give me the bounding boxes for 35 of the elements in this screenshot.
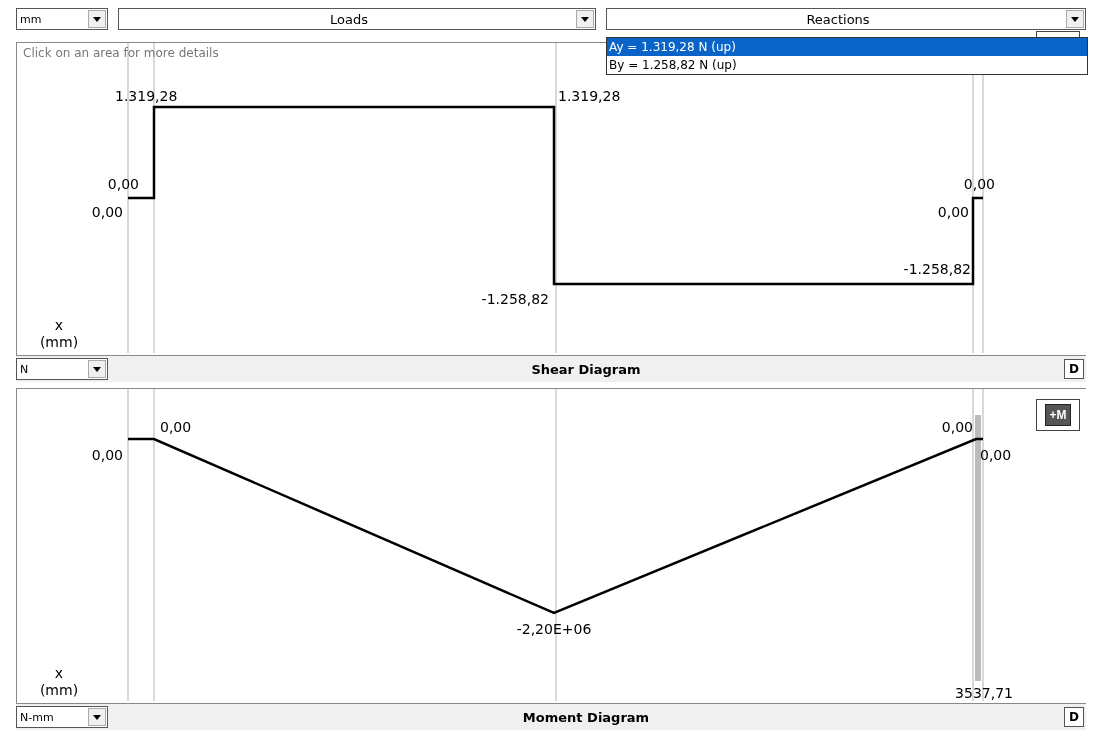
dropdown-option[interactable]: Ay = 1.319,28 N (up) bbox=[607, 38, 1087, 56]
axis-unit: (mm) bbox=[39, 334, 79, 350]
value-label: 0,00 bbox=[937, 204, 969, 220]
dropdown-arrow-icon bbox=[93, 16, 101, 22]
d-button[interactable]: D bbox=[1064, 359, 1084, 379]
dropdown-arrow-icon bbox=[581, 16, 589, 22]
unit-select[interactable]: N-mm bbox=[16, 706, 108, 728]
hint-text: Click on an area for more details bbox=[23, 46, 219, 60]
panel-title: Moment Diagram bbox=[521, 709, 651, 725]
dropdown-arrow-icon bbox=[1071, 16, 1079, 22]
unit-select[interactable]: mm bbox=[16, 8, 108, 30]
value-label: 0,00 bbox=[91, 204, 123, 220]
axis-unit: (mm) bbox=[39, 682, 79, 698]
loads-select[interactable]: Loads bbox=[118, 8, 596, 30]
value-label: 1.319,28 bbox=[115, 88, 178, 104]
value-label: 0,00 bbox=[963, 176, 995, 192]
value-label: 0,00 bbox=[980, 447, 1012, 463]
value-label: 1.319,28 bbox=[558, 88, 621, 104]
unit-select[interactable]: N bbox=[16, 358, 108, 380]
value-label: 3537,71 bbox=[955, 685, 1013, 701]
axis-label: x bbox=[54, 317, 64, 333]
dropdown-arrow-icon bbox=[93, 366, 101, 372]
axis-label: x bbox=[54, 665, 64, 681]
value-label: -1.258,82 bbox=[481, 291, 549, 307]
value-label: -2,20E+06 bbox=[516, 621, 592, 637]
moment-button[interactable]: +M bbox=[1036, 399, 1080, 431]
dropdown-arrow-icon bbox=[93, 714, 101, 720]
panel-title: Shear Diagram bbox=[530, 361, 642, 377]
d-button[interactable]: D bbox=[1064, 707, 1084, 727]
value-label: 0,00 bbox=[160, 419, 192, 435]
value-label: -1.258,82 bbox=[903, 261, 971, 277]
value-label: 0,00 bbox=[941, 419, 973, 435]
reactions-select[interactable]: Reactions bbox=[606, 8, 1086, 30]
value-label: 0,00 bbox=[91, 447, 123, 463]
value-label: 0,00 bbox=[107, 176, 139, 192]
